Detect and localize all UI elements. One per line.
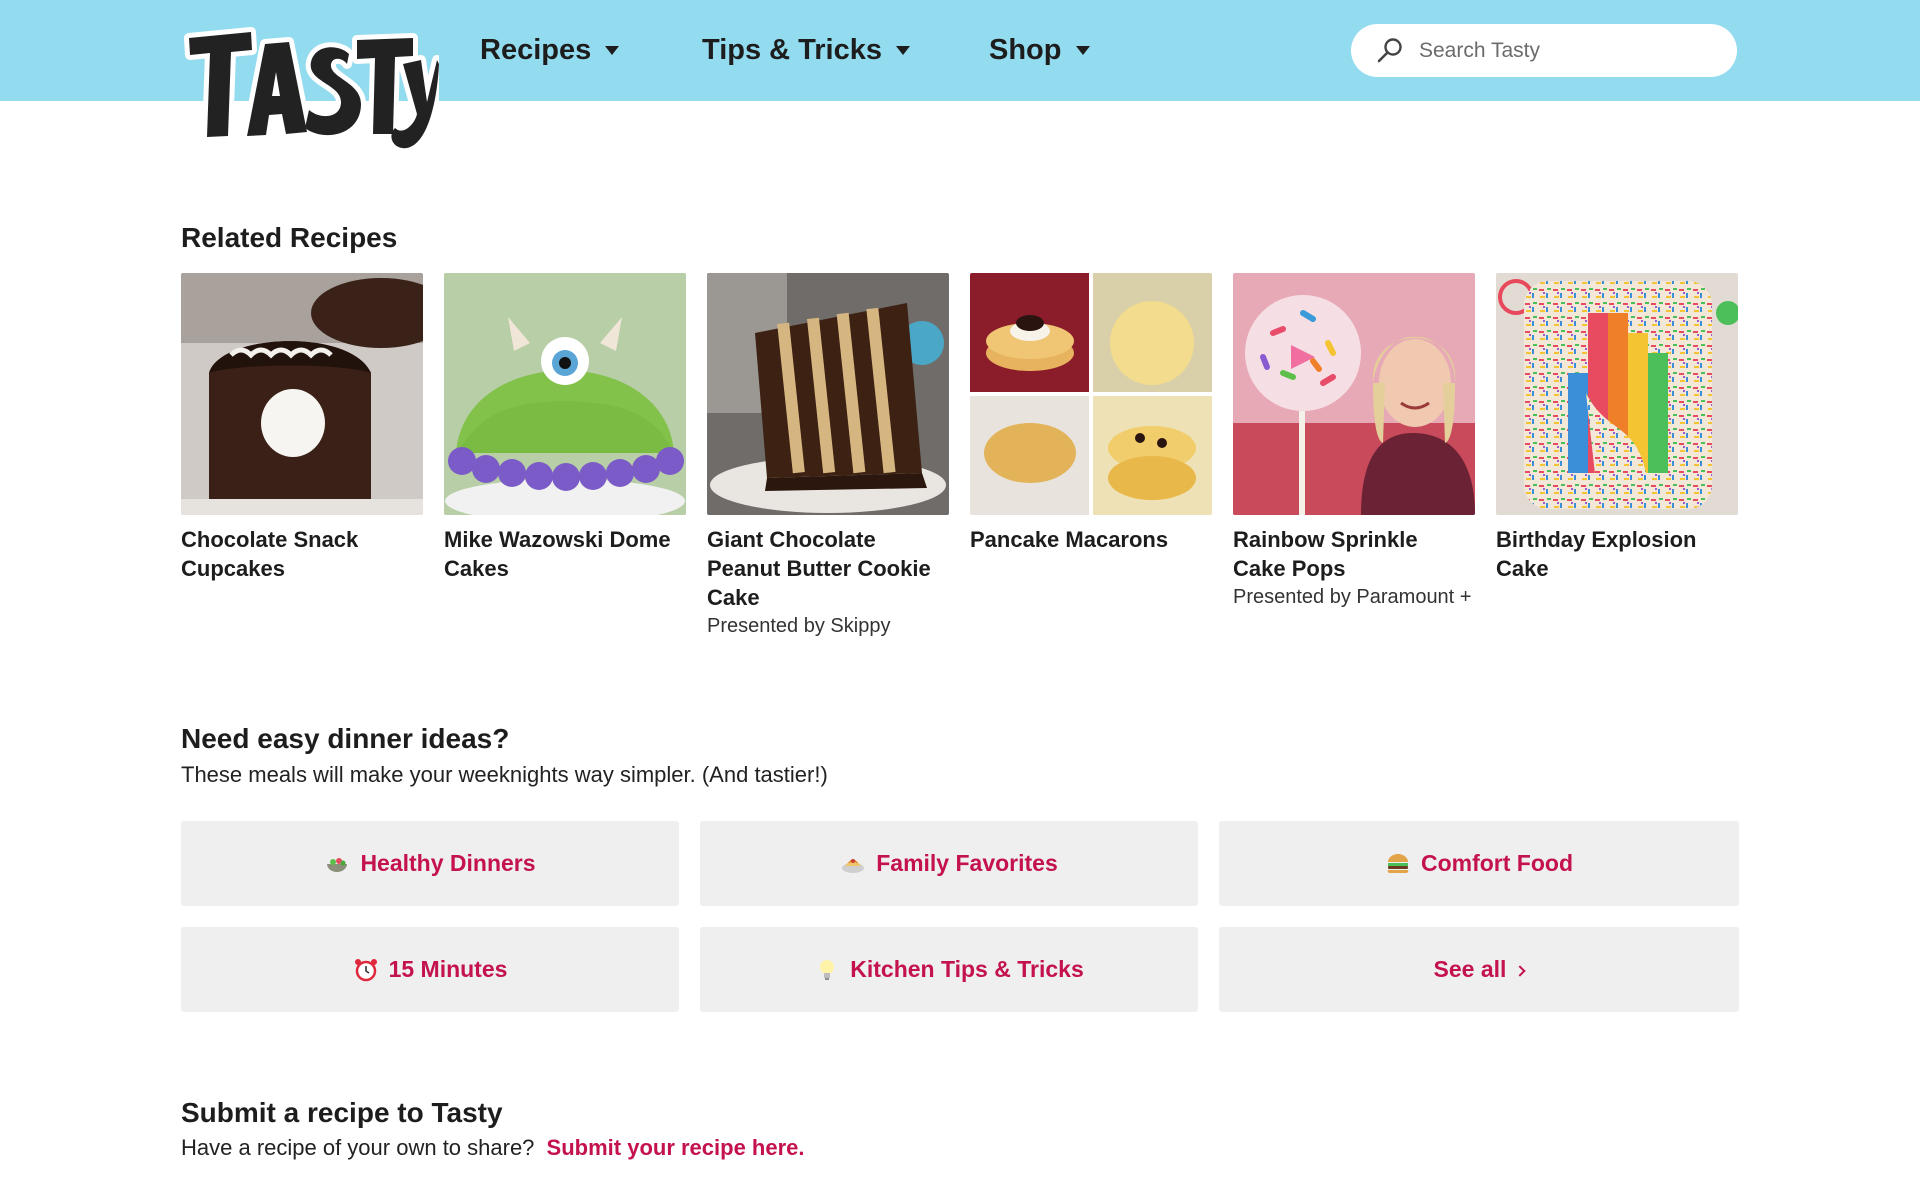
15-minutes-label: 15 Minutes (388, 956, 508, 982)
burger-icon (1385, 851, 1411, 877)
recipe-card-pancake-macarons[interactable]: Pancake Macarons (970, 273, 1212, 554)
recipe-title[interactable]: Chocolate Snack Cupcakes (181, 525, 423, 583)
healthy-dinners-button[interactable]: Healthy Dinners (181, 821, 679, 906)
recipe-card-birthday-explosion-cake[interactable]: Birthday Explosion Cake (1496, 273, 1738, 583)
caret-down-icon (605, 45, 620, 55)
recipe-sponsor: Presented by Paramount + (1233, 586, 1472, 608)
comfort-food-button[interactable]: Comfort Food (1219, 821, 1739, 906)
recipe-thumbnail[interactable] (970, 273, 1212, 515)
recipe-card-mike-wazowski-dome-cakes[interactable]: Mike Wazowski Dome Cakes (444, 273, 686, 583)
submit-recipe-heading: Submit a recipe to Tasty (181, 1097, 503, 1128)
recipe-thumbnail[interactable] (1233, 273, 1475, 515)
salad-bowl-icon (324, 851, 350, 877)
15-minutes-button[interactable]: 15 Minutes (181, 927, 679, 1012)
alarm-clock-icon (353, 957, 379, 983)
recipe-title[interactable]: Birthday Explosion Cake (1496, 525, 1738, 583)
light-bulb-icon (814, 957, 840, 983)
see-all-label: See all (1433, 956, 1507, 982)
kitchen-tips-tricks-button[interactable]: Kitchen Tips & Tricks (700, 927, 1198, 1012)
caret-down-icon (896, 45, 910, 55)
caret-down-icon (1075, 45, 1090, 55)
search-input[interactable] (1419, 30, 1719, 71)
recipe-title[interactable]: Pancake Macarons (970, 525, 1212, 554)
recipe-thumbnail[interactable] (707, 273, 949, 515)
chevron-right-icon (1514, 964, 1527, 977)
recipe-card-chocolate-snack-cupcakes[interactable]: Chocolate Snack Cupcakes (181, 273, 423, 583)
comfort-food-label: Comfort Food (1420, 850, 1573, 876)
nav-shop-label: Shop (989, 33, 1062, 66)
spaghetti-icon (840, 851, 866, 877)
dinner-ideas-heading: Need easy dinner ideas? (181, 723, 510, 754)
dinner-ideas-subtitle: These meals will make your weeknights wa… (181, 762, 828, 787)
see-all-button[interactable]: See all (1219, 927, 1739, 1012)
submit-recipe-prompt: Have a recipe of your own to share? (181, 1135, 535, 1160)
recipe-title[interactable]: Giant Chocolate Peanut Butter Cookie Cak… (707, 525, 949, 612)
recipe-card-rainbow-sprinkle-cake-pops[interactable]: Rainbow Sprinkle Cake Pops Presented by … (1233, 273, 1475, 612)
search-icon (1377, 37, 1402, 62)
submit-recipe-link[interactable]: Submit your recipe here. (547, 1135, 805, 1160)
recipe-title[interactable]: Mike Wazowski Dome Cakes (444, 525, 686, 583)
recipe-thumbnail[interactable] (444, 273, 686, 515)
search-bar[interactable] (1351, 24, 1737, 77)
nav-tips-label: Tips & Tricks (702, 33, 882, 66)
family-favorites-button[interactable]: Family Favorites (700, 821, 1198, 906)
tasty-logo-image (184, 27, 444, 154)
recipe-sponsor: Presented by Skippy (707, 615, 891, 637)
healthy-dinners-label: Healthy Dinners (360, 850, 536, 876)
nav-shop[interactable]: Shop (989, 32, 1090, 68)
nav-recipes-label: Recipes (480, 33, 592, 66)
recipe-thumbnail[interactable] (181, 273, 423, 515)
tasty-logo[interactable] (181, 24, 444, 154)
submit-recipe-text: Have a recipe of your own to share? Subm… (181, 1135, 805, 1161)
recipe-thumbnail[interactable] (1496, 273, 1738, 515)
recipe-title[interactable]: Rainbow Sprinkle Cake Pops (1233, 525, 1475, 583)
kitchen-tips-tricks-label: Kitchen Tips & Tricks (850, 956, 1084, 982)
nav-recipes[interactable]: Recipes (480, 32, 620, 68)
nav-tips-tricks[interactable]: Tips & Tricks (702, 32, 910, 68)
family-favorites-label: Family Favorites (876, 850, 1058, 876)
related-recipes-heading: Related Recipes (181, 222, 398, 253)
related-recipes-list: Chocolate Snack Cupcakes Mike Wazowski D… (181, 273, 1739, 653)
recipe-card-giant-chocolate-peanut-butter-cookie-cake[interactable]: Giant Chocolate Peanut Butter Cookie Cak… (707, 273, 949, 641)
